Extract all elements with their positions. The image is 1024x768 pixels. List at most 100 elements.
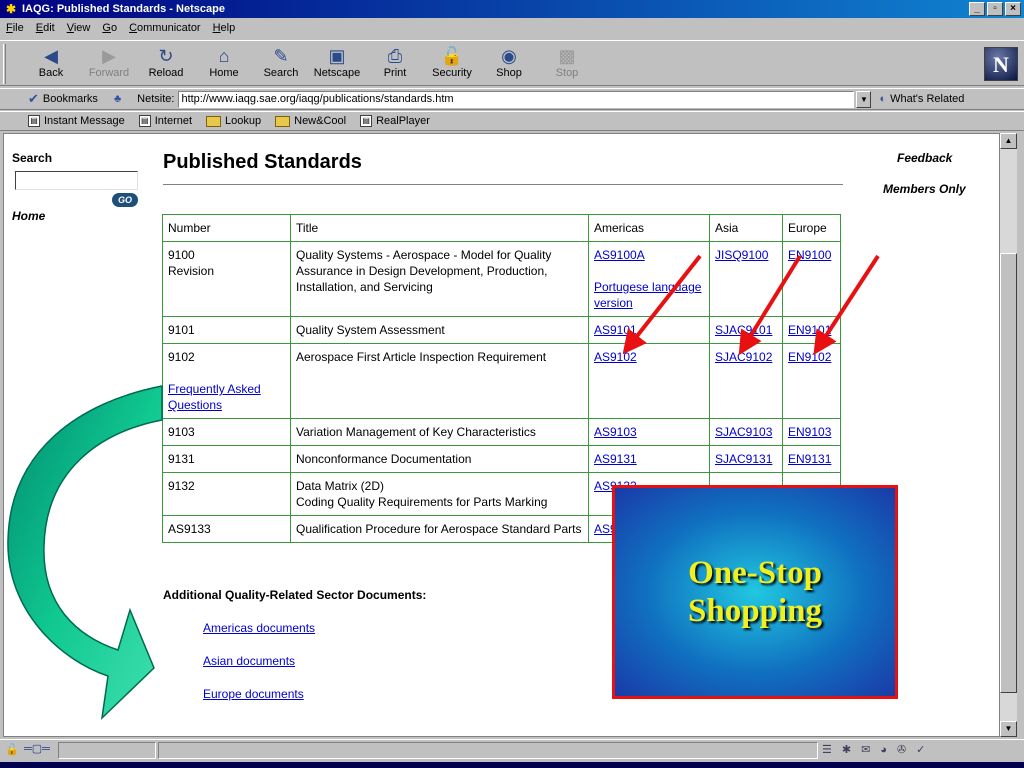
lookup-button[interactable]: Lookup: [206, 115, 261, 127]
bookmark-page-icon: ▤: [28, 115, 40, 127]
standard-title: Quality System Assessment: [290, 316, 589, 344]
cell-americas: AS9100A Portugese language version: [588, 241, 710, 317]
stop-button[interactable]: ▩ Stop: [542, 45, 592, 79]
whats-related-button[interactable]: ◐ What's Related: [879, 93, 964, 105]
table-row: 9102 Frequently Asked Questions Aerospace…: [162, 343, 841, 419]
shop-button[interactable]: ◉ Shop: [484, 45, 534, 79]
table-row: 9100 Revision Quality Systems - Aerospace…: [162, 241, 841, 317]
standard-subtitle: Coding Quality Requirements for Parts Ma…: [296, 495, 548, 509]
reload-button[interactable]: ↻ Reload: [141, 45, 191, 79]
americas-documents-link[interactable]: Americas documents: [203, 621, 315, 635]
menu-file[interactable]: File: [6, 22, 24, 34]
cell-asia: SJAC9131: [709, 445, 783, 473]
security-button[interactable]: 🔓 Security: [427, 45, 477, 79]
table-row: 9131 Nonconformance Documentation AS9131…: [162, 445, 841, 473]
netscape-logo[interactable]: N: [984, 47, 1018, 81]
site-search-input[interactable]: [15, 171, 138, 190]
go-button[interactable]: GO: [112, 193, 138, 207]
menu-communicator[interactable]: Communicator: [129, 22, 201, 34]
standard-number: 9132: [162, 472, 291, 516]
vertical-scrollbar[interactable]: ▲ ▼: [1000, 133, 1017, 737]
search-icon: ✎: [273, 46, 289, 66]
table-row: 9103 Variation Management of Key Charact…: [162, 418, 841, 446]
back-label: Back: [38, 67, 64, 79]
back-arrow-icon: ◀: [44, 46, 58, 66]
europe-link[interactable]: EN9102: [788, 350, 831, 364]
bookmarks-button[interactable]: ✔ Bookmarks ♣: [28, 91, 121, 107]
stop-icon: ▩: [558, 46, 576, 66]
cell-title: Data Matrix (2D) Coding Quality Requireme…: [290, 472, 589, 516]
europe-link[interactable]: EN9131: [788, 452, 831, 466]
americas-link[interactable]: AS9101: [594, 323, 637, 337]
close-button[interactable]: ×: [1005, 2, 1021, 16]
europe-link[interactable]: EN9101: [788, 323, 831, 337]
search-label: Search: [12, 151, 53, 165]
callout-text: One-Stop Shopping: [688, 554, 822, 630]
standard-number: 9102: [168, 350, 195, 364]
print-button[interactable]: ⎙ Print: [370, 45, 420, 79]
scroll-down-button[interactable]: ▼: [1000, 721, 1017, 737]
americas-link[interactable]: AS9131: [594, 452, 637, 466]
realplayer-button[interactable]: ▤ RealPlayer: [360, 115, 430, 127]
europe-link[interactable]: EN9103: [788, 425, 831, 439]
cell-europe: EN9102: [782, 343, 841, 419]
newcool-button[interactable]: New&Cool: [275, 115, 346, 127]
home-button[interactable]: ⌂ Home: [199, 45, 249, 79]
portuguese-version-link[interactable]: Portugese language version: [594, 279, 704, 311]
forward-button[interactable]: ▶ Forward: [84, 45, 134, 79]
asia-link[interactable]: SJAC9131: [715, 452, 772, 466]
members-only-link[interactable]: Members Only: [883, 182, 966, 196]
related-icon: ◐: [879, 93, 887, 105]
whats-related-label: What's Related: [890, 93, 965, 105]
maximize-button[interactable]: ▫: [987, 2, 1003, 16]
menu-help[interactable]: Help: [213, 22, 236, 34]
back-button[interactable]: ◀ Back: [26, 45, 76, 79]
standard-title: Variation Management of Key Characterist…: [290, 418, 589, 446]
asia-link[interactable]: JISQ9100: [715, 248, 768, 262]
cell-asia: SJAC9101: [709, 316, 783, 344]
feedback-link[interactable]: Feedback: [897, 151, 952, 165]
standard-revision: Revision: [168, 264, 215, 278]
scroll-up-button[interactable]: ▲: [1000, 133, 1017, 149]
security-label: Security: [432, 67, 472, 79]
header-asia: Asia: [709, 214, 783, 242]
cell-americas: AS9131: [588, 445, 710, 473]
standard-number: 9103: [162, 418, 291, 446]
faq-link[interactable]: Frequently Asked Questions: [168, 381, 285, 413]
standard-title: Qualification Procedure for Aerospace St…: [290, 515, 589, 543]
menu-view[interactable]: View: [67, 22, 91, 34]
asia-link[interactable]: SJAC9101: [715, 323, 772, 337]
menu-edit[interactable]: Edit: [36, 22, 55, 34]
asia-link[interactable]: SJAC9102: [715, 350, 772, 364]
asia-link[interactable]: SJAC9103: [715, 425, 772, 439]
americas-link[interactable]: AS9100A: [594, 247, 704, 263]
home-link[interactable]: Home: [12, 209, 45, 223]
minimize-button[interactable]: _: [969, 2, 985, 16]
netscape-button[interactable]: ▣ Netscape: [312, 45, 362, 79]
scroll-thumb[interactable]: [1000, 253, 1017, 693]
search-button[interactable]: ✎ Search: [256, 45, 306, 79]
shop-icon: ◉: [501, 46, 517, 66]
americas-link[interactable]: AS9103: [594, 425, 637, 439]
menu-go[interactable]: Go: [102, 22, 117, 34]
asian-documents-link[interactable]: Asian documents: [203, 654, 295, 668]
folder-icon: [206, 115, 222, 127]
progress-box: [58, 742, 156, 759]
netscape-label: Netscape: [313, 67, 361, 79]
print-label: Print: [383, 67, 407, 79]
instant-message-button[interactable]: ▤ Instant Message: [28, 115, 125, 127]
europe-link[interactable]: EN9100: [788, 248, 831, 262]
europe-documents-link[interactable]: Europe documents: [203, 687, 304, 701]
url-input[interactable]: http://www.iaqg.sae.org/iaqg/publication…: [178, 90, 855, 108]
url-dropdown-button[interactable]: ▼: [856, 90, 872, 108]
location-icon: ♣: [113, 93, 122, 105]
standard-title: Nonconformance Documentation: [290, 445, 589, 473]
home-icon: ⌂: [218, 46, 230, 66]
stop-label: Stop: [555, 67, 579, 79]
toolbar-grip[interactable]: [3, 44, 6, 84]
bookmark-page-icon: ▤: [138, 115, 151, 127]
title-bar: ✱ IAQG: Published Standards - Netscape _…: [0, 0, 1024, 18]
internet-button[interactable]: ▤ Internet: [138, 115, 192, 127]
americas-link[interactable]: AS9102: [594, 350, 637, 364]
shop-label: Shop: [496, 67, 522, 79]
